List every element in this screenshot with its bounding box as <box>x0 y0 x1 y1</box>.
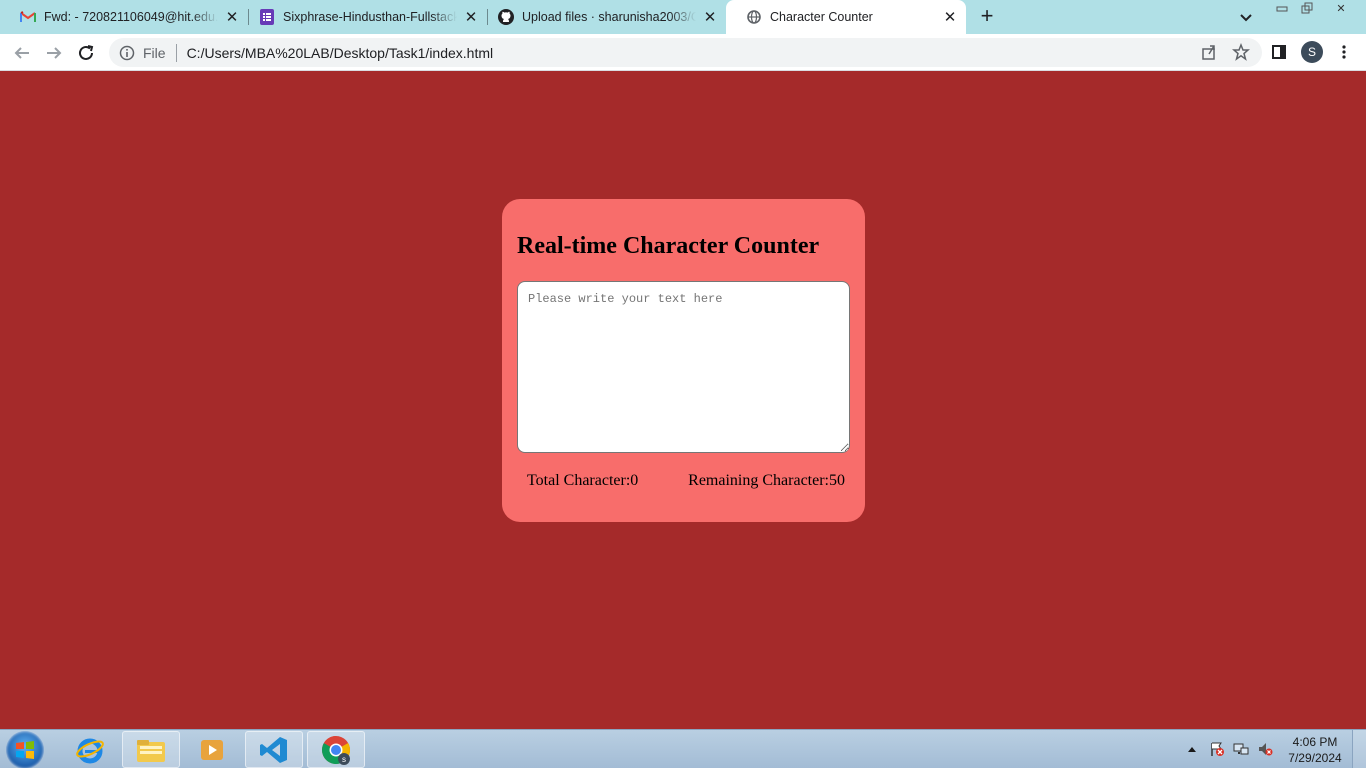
tab-gmail[interactable]: Fwd: - 720821106049@hit.edu.in ✕ <box>0 0 248 34</box>
reload-icon[interactable] <box>75 42 97 64</box>
total-character-count: Total Character:0 <box>527 472 639 489</box>
tab-character-counter[interactable]: Character Counter ✕ <box>726 0 966 34</box>
tab-sixphrase[interactable]: Sixphrase-Hindusthan-Fullstack r ✕ <box>239 0 487 34</box>
windows-logo-icon <box>16 741 34 759</box>
scheme-label: File <box>143 44 166 61</box>
system-clock[interactable]: 4:06 PM 7/29/2024 <box>1283 734 1347 766</box>
close-icon[interactable]: ✕ <box>940 7 960 27</box>
close-icon[interactable]: ✕ <box>700 7 720 27</box>
gmail-icon <box>20 9 36 25</box>
back-icon[interactable] <box>11 42 33 64</box>
action-center-icon[interactable] <box>1208 740 1226 758</box>
share-icon[interactable] <box>1200 43 1218 66</box>
menu-icon[interactable] <box>1332 40 1356 64</box>
internet-explorer-icon[interactable] <box>61 731 119 768</box>
vscode-icon[interactable] <box>245 731 303 768</box>
profile-avatar[interactable]: S <box>1300 40 1324 64</box>
github-icon <box>498 9 514 25</box>
tab-title: Upload files · sharunisha2003/Ch <box>522 10 696 24</box>
taskbar: s 4:06 PM 7/29/2024 <box>0 729 1366 768</box>
show-desktop-button[interactable] <box>1352 730 1366 768</box>
media-player-icon[interactable] <box>183 731 241 768</box>
tab-strip: Fwd: - 720821106049@hit.edu.in ✕ Sixphra… <box>0 0 1366 34</box>
counter-card: Real-time Character Counter Total Charac… <box>502 199 865 522</box>
star-icon[interactable] <box>1232 42 1250 66</box>
file-explorer-icon[interactable] <box>122 731 180 768</box>
avatar: S <box>1301 41 1323 63</box>
forms-icon <box>259 9 275 25</box>
tab-title: Character Counter <box>770 10 873 24</box>
network-icon[interactable] <box>1232 740 1250 758</box>
tab-title: Sixphrase-Hindusthan-Fullstack r <box>283 10 457 24</box>
tab-title: Fwd: - 720821106049@hit.edu.in <box>44 10 218 24</box>
page-viewport: Real-time Character Counter Total Charac… <box>0 71 1366 729</box>
page-title: Real-time Character Counter <box>517 233 820 259</box>
browser-toolbar: File C:/Users/MBA%20LAB/Desktop/Task1/in… <box>0 34 1366 71</box>
globe-icon <box>746 9 762 25</box>
close-window-button[interactable]: ✕ <box>1328 0 1354 16</box>
remaining-character-count: Remaining Character:50 <box>688 472 845 489</box>
info-icon[interactable] <box>119 45 135 61</box>
start-button[interactable] <box>6 731 44 768</box>
volume-muted-icon[interactable] <box>1256 740 1274 758</box>
forward-icon[interactable] <box>43 42 65 64</box>
new-tab-button[interactable]: + <box>976 5 998 28</box>
divider <box>175 43 177 62</box>
svg-text:s: s <box>342 755 346 764</box>
chrome-icon[interactable]: s <box>307 731 365 768</box>
chevron-down-icon[interactable] <box>1237 8 1255 26</box>
clock-date: 7/29/2024 <box>1288 751 1342 765</box>
text-input[interactable] <box>517 281 850 453</box>
tab-github[interactable]: Upload files · sharunisha2003/Ch ✕ <box>478 0 726 34</box>
clock-time: 4:06 PM <box>1292 735 1338 749</box>
side-panel-icon[interactable] <box>1267 40 1291 64</box>
minimize-button[interactable] <box>1269 0 1295 16</box>
url-text[interactable]: C:/Users/MBA%20LAB/Desktop/Task1/index.h… <box>187 45 494 61</box>
restore-button[interactable] <box>1294 0 1320 16</box>
address-bar[interactable]: File C:/Users/MBA%20LAB/Desktop/Task1/in… <box>109 38 1262 67</box>
show-hidden-icons-icon[interactable] <box>1183 740 1201 758</box>
